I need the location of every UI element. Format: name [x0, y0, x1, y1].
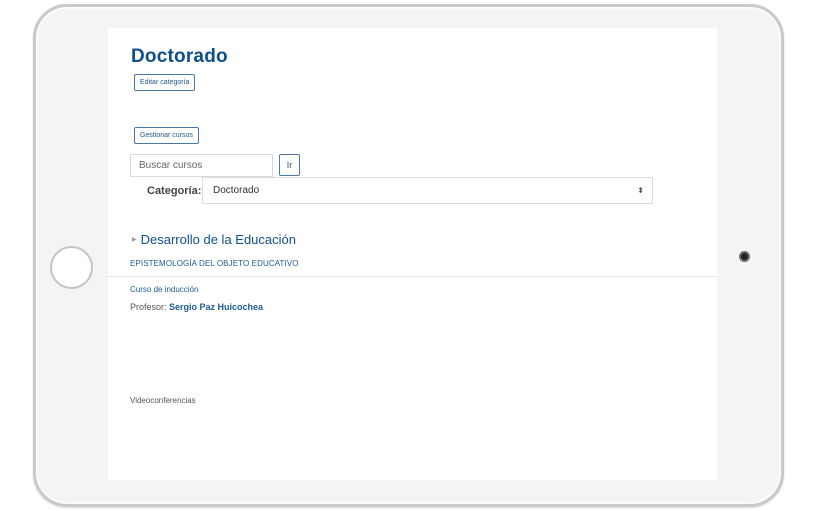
subcategory-name: Desarrollo de la Educación: [140, 232, 296, 247]
manage-courses-button[interactable]: Gestionar cursos: [134, 127, 199, 144]
page-title: Doctorado: [131, 46, 228, 67]
category-select[interactable]: Doctorado ⬍: [202, 177, 653, 204]
teacher-name-link[interactable]: Sergio Paz Huicochea: [169, 302, 263, 312]
course-description: Curso de inducción: [130, 285, 199, 294]
camera-icon: [739, 251, 750, 262]
divider: [108, 276, 717, 277]
teacher-line: Profesor: Sergio Paz Huicochea: [130, 302, 263, 312]
search-input[interactable]: Buscar cursos: [130, 154, 273, 177]
footer-text: Videoconferencias: [130, 396, 196, 405]
search-go-button[interactable]: Ir: [279, 154, 300, 176]
course-title-link[interactable]: EPISTEMOLOGÍA DEL OBJETO EDUCATIVO: [130, 259, 299, 268]
screen: Doctorado Editar categoría Gestionar cur…: [108, 28, 717, 480]
category-select-value: Doctorado: [213, 185, 260, 196]
subcategory-link[interactable]: ▶ Desarrollo de la Educación: [132, 232, 296, 249]
home-button[interactable]: [50, 246, 93, 289]
edit-category-button[interactable]: Editar categoría: [134, 74, 196, 91]
caret-right-icon: ▶: [132, 236, 137, 243]
teacher-label: Profesor:: [130, 302, 167, 312]
select-updown-icon: ⬍: [637, 186, 644, 195]
category-label: Categoría:: [147, 185, 202, 197]
